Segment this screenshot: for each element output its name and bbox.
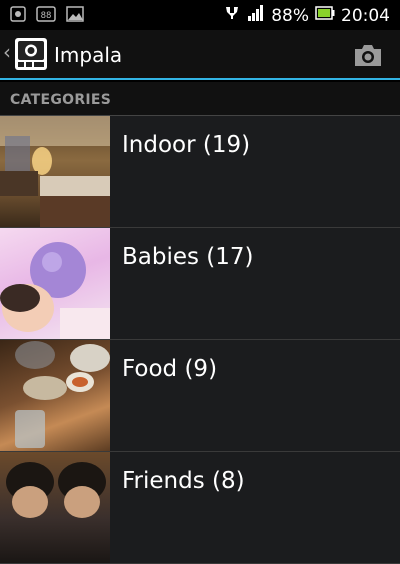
status-bar-notifications: 88 [10,6,84,26]
status-bar-system: 88% 20:04 [223,4,390,27]
status-time: 20:04 [341,5,390,26]
status-bar: 88 88% 20:04 [0,0,400,30]
category-label: Babies (17) [122,244,254,270]
category-item-food[interactable]: Food (9) [0,340,400,452]
app-logo-icon[interactable] [14,37,48,71]
vibrate-icon [223,4,241,27]
camera-button[interactable] [352,41,384,69]
category-thumbnail [0,228,110,339]
battery-percent: 88% [271,5,309,26]
category-thumbnail [0,116,110,227]
camera-icon [355,45,381,66]
category-item-indoor[interactable]: Indoor (19) [0,116,400,228]
category-item-friends[interactable]: Friends (8) [0,452,400,564]
signal-icon [247,4,265,27]
category-thumbnail [0,452,110,563]
category-label: Food (9) [122,356,218,382]
svg-text:88: 88 [41,11,52,21]
screenshot-icon [10,6,26,26]
action-bar: ‹ Impala [0,30,400,80]
category-thumbnail [0,340,110,451]
app-title: Impala [54,43,123,67]
sim-toolkit-icon: 88 [36,6,56,26]
category-label: Friends (8) [122,468,245,494]
battery-icon [315,5,335,26]
category-label: Indoor (19) [122,132,251,158]
section-label: CATEGORIES [10,92,112,108]
up-chevron-icon[interactable]: ‹ [3,42,11,62]
gallery-icon [66,6,84,26]
category-item-babies[interactable]: Babies (17) [0,228,400,340]
categories-header: CATEGORIES [0,82,400,116]
